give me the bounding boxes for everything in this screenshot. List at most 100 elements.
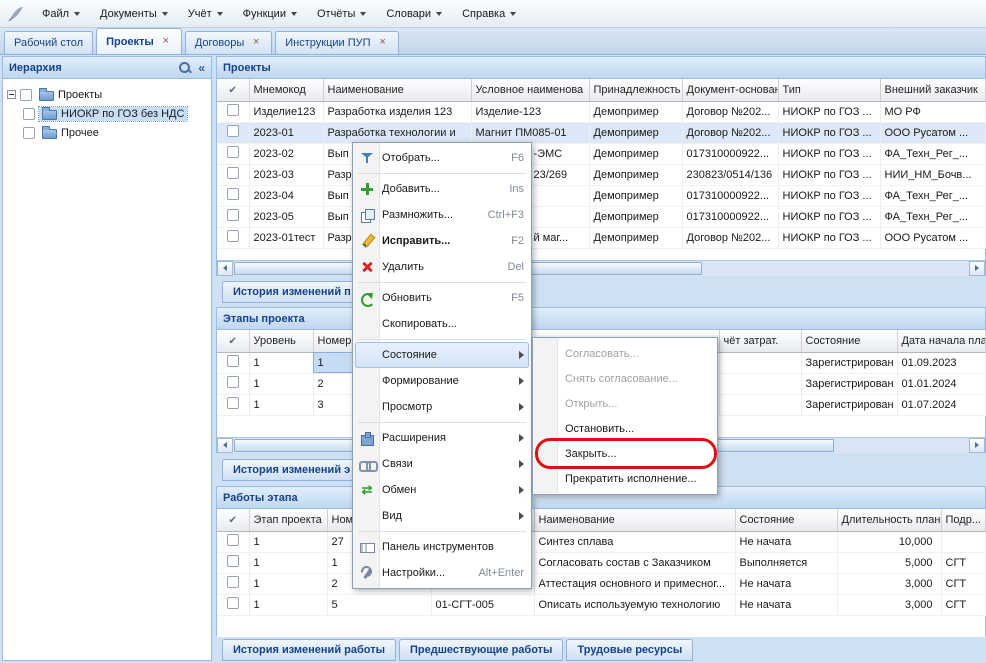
project-row[interactable]: 2023-02Вып-ЭМСДемопример017310000922...Н… bbox=[217, 143, 985, 164]
search-icon[interactable] bbox=[177, 60, 192, 75]
row-checkbox[interactable] bbox=[227, 230, 239, 242]
menu-item-delete[interactable]: УдалитьDel bbox=[355, 254, 529, 280]
col-ownership[interactable]: Принадлежность bbox=[589, 79, 682, 101]
col-department[interactable]: Подр... bbox=[941, 509, 985, 531]
scroll-right-button[interactable] bbox=[969, 261, 985, 276]
tab-project-history[interactable]: История изменений п bbox=[222, 281, 362, 303]
tab-labor-resources[interactable]: Трудовые ресурсы bbox=[566, 639, 693, 661]
row-checkbox[interactable] bbox=[227, 534, 239, 546]
tree-node-other[interactable]: Прочее bbox=[3, 123, 211, 142]
horizontal-scrollbar[interactable] bbox=[217, 260, 985, 276]
col-name[interactable]: Наименование bbox=[534, 509, 735, 531]
menu-item-extensions[interactable]: Расширения bbox=[355, 425, 529, 451]
close-icon[interactable]: × bbox=[250, 37, 262, 49]
col-name[interactable]: Наименование bbox=[323, 79, 471, 101]
col-codename[interactable]: Условное наименова bbox=[471, 79, 589, 101]
tree-node-projects[interactable]: Проекты bbox=[3, 85, 211, 104]
tab-work-history[interactable]: История изменений работы bbox=[222, 639, 396, 661]
work-row[interactable]: 127Синтез сплаваНе начата10,000 bbox=[217, 531, 985, 552]
menu-item-toolbar[interactable]: Панель инструментов bbox=[355, 534, 529, 560]
col-mnemocode[interactable]: Мнемокод bbox=[249, 79, 323, 101]
col-basis-document[interactable]: Документ-основан bbox=[682, 79, 778, 101]
menu-item-duplicate[interactable]: Размножить...Ctrl+F3 bbox=[355, 202, 529, 228]
project-row[interactable]: 2023-03Разр23/269Демопример230823/0514/1… bbox=[217, 164, 985, 185]
row-checkbox[interactable] bbox=[227, 555, 239, 567]
row-checkbox[interactable] bbox=[227, 167, 239, 179]
menu-file[interactable]: Файл bbox=[32, 3, 90, 25]
work-row[interactable]: 11Согласовать состав с ЗаказчикомВыполня… bbox=[217, 552, 985, 573]
col-project-stage[interactable]: Этап проекта bbox=[249, 509, 327, 531]
collapse-panel-icon[interactable]: « bbox=[198, 61, 205, 75]
menu-reports[interactable]: Отчёты bbox=[307, 3, 376, 25]
project-row[interactable]: Изделие123Разработка изделия 123Изделие-… bbox=[217, 101, 985, 122]
col-type[interactable]: Тип bbox=[778, 79, 880, 101]
menu-item-view[interactable]: Вид bbox=[355, 503, 529, 529]
close-icon[interactable]: × bbox=[377, 37, 389, 49]
menu-item-formation[interactable]: Формирование bbox=[355, 368, 529, 394]
row-checkbox[interactable] bbox=[227, 209, 239, 221]
menu-item-exchange[interactable]: ⇄Обмен bbox=[355, 477, 529, 503]
project-row[interactable]: 2023-05ВыпДемопример017310000922...НИОКР… bbox=[217, 206, 985, 227]
col-cost-accounting[interactable]: чёт затрат. bbox=[719, 330, 801, 352]
menu-item-copy[interactable]: Скопировать... bbox=[355, 311, 529, 337]
tab-desktop[interactable]: Рабочий стол bbox=[4, 31, 93, 54]
col-plan-start-date[interactable]: Дата начала план bbox=[897, 330, 985, 352]
row-checkbox[interactable] bbox=[227, 597, 239, 609]
row-checkbox[interactable] bbox=[227, 188, 239, 200]
project-row-selected[interactable]: 2023-01Разработка технологии иМагнит ПМ0… bbox=[217, 122, 985, 143]
row-checkbox[interactable] bbox=[227, 146, 239, 158]
tree-node-niokr[interactable]: НИОКР по ГОЗ без НДС bbox=[3, 104, 211, 123]
select-all-header[interactable]: ✔ bbox=[217, 509, 249, 531]
scroll-left-button[interactable] bbox=[217, 438, 233, 453]
menu-item-refresh[interactable]: ОбновитьF5 bbox=[355, 285, 529, 311]
scroll-right-button[interactable] bbox=[969, 438, 985, 453]
submenu-item-terminate[interactable]: Прекратить исполнение... bbox=[535, 466, 715, 491]
row-checkbox[interactable] bbox=[227, 576, 239, 588]
tree-checkbox[interactable] bbox=[20, 89, 32, 101]
row-checkbox[interactable] bbox=[227, 355, 239, 367]
tab-stage-history[interactable]: История изменений э bbox=[222, 459, 361, 481]
select-all-header[interactable]: ✔ bbox=[217, 79, 249, 101]
works-grid-header: ✔ Этап проекта Номер Наименование Состоя… bbox=[217, 509, 985, 531]
scroll-left-button[interactable] bbox=[217, 261, 233, 276]
tab-preceding-works[interactable]: Предшествующие работы bbox=[399, 639, 563, 661]
menu-item-links[interactable]: Связи bbox=[355, 451, 529, 477]
col-level[interactable]: Уровень bbox=[249, 330, 313, 352]
row-checkbox[interactable] bbox=[227, 104, 239, 116]
col-state[interactable]: Состояние bbox=[801, 330, 897, 352]
collapse-node-icon[interactable] bbox=[7, 90, 16, 99]
links-icon bbox=[359, 456, 375, 472]
menu-dictionaries[interactable]: Словари bbox=[376, 3, 452, 25]
tab-instructions[interactable]: Инструкции ПУП× bbox=[275, 31, 398, 54]
work-row[interactable]: 1501-СГТ-005Описать используемую техноло… bbox=[217, 594, 985, 615]
menu-item-add[interactable]: Добавить...Ins bbox=[355, 176, 529, 202]
menu-item-view-mode[interactable]: Просмотр bbox=[355, 394, 529, 420]
tab-projects[interactable]: Проекты× bbox=[96, 28, 182, 54]
menu-item-settings[interactable]: Настройки...Alt+Enter bbox=[355, 560, 529, 586]
row-checkbox[interactable] bbox=[227, 376, 239, 388]
tree-node-label: Проекты bbox=[58, 89, 102, 101]
tree-checkbox[interactable] bbox=[23, 108, 35, 120]
menu-accounting[interactable]: Учёт bbox=[178, 3, 233, 25]
project-row[interactable]: 2023-04ВыпДемопример017310000922...НИОКР… bbox=[217, 185, 985, 206]
col-state[interactable]: Состояние bbox=[735, 509, 837, 531]
menu-item-filter[interactable]: Отобрать...F6 bbox=[355, 145, 529, 171]
close-icon[interactable]: × bbox=[160, 36, 172, 48]
row-checkbox[interactable] bbox=[227, 125, 239, 137]
menu-functions[interactable]: Функции bbox=[233, 3, 307, 25]
menu-help[interactable]: Справка bbox=[452, 3, 526, 25]
work-row[interactable]: 12Аттестация основного и примесног...Не … bbox=[217, 573, 985, 594]
menu-documents[interactable]: Документы bbox=[90, 3, 178, 25]
col-external-customer[interactable]: Внешний заказчик bbox=[880, 79, 985, 101]
menu-item-state[interactable]: Состояние bbox=[355, 342, 529, 368]
select-all-header[interactable]: ✔ bbox=[217, 330, 249, 352]
hierarchy-tree: Проекты НИОКР по ГОЗ без НДС Прочее bbox=[3, 79, 211, 142]
col-plan-duration[interactable]: Длительность план bbox=[837, 509, 941, 531]
project-row[interactable]: 2023-01тестРазрй маг...ДемопримерДоговор… bbox=[217, 227, 985, 248]
tree-checkbox[interactable] bbox=[23, 127, 35, 139]
menu-item-edit[interactable]: Исправить...F2 bbox=[355, 228, 529, 254]
row-checkbox[interactable] bbox=[227, 397, 239, 409]
submenu-item-open: Открыть... bbox=[535, 391, 715, 416]
hierarchy-panel: Иерархия « Проекты НИОКР по ГОЗ без НДС bbox=[2, 56, 212, 661]
tab-contracts[interactable]: Договоры× bbox=[185, 31, 272, 54]
